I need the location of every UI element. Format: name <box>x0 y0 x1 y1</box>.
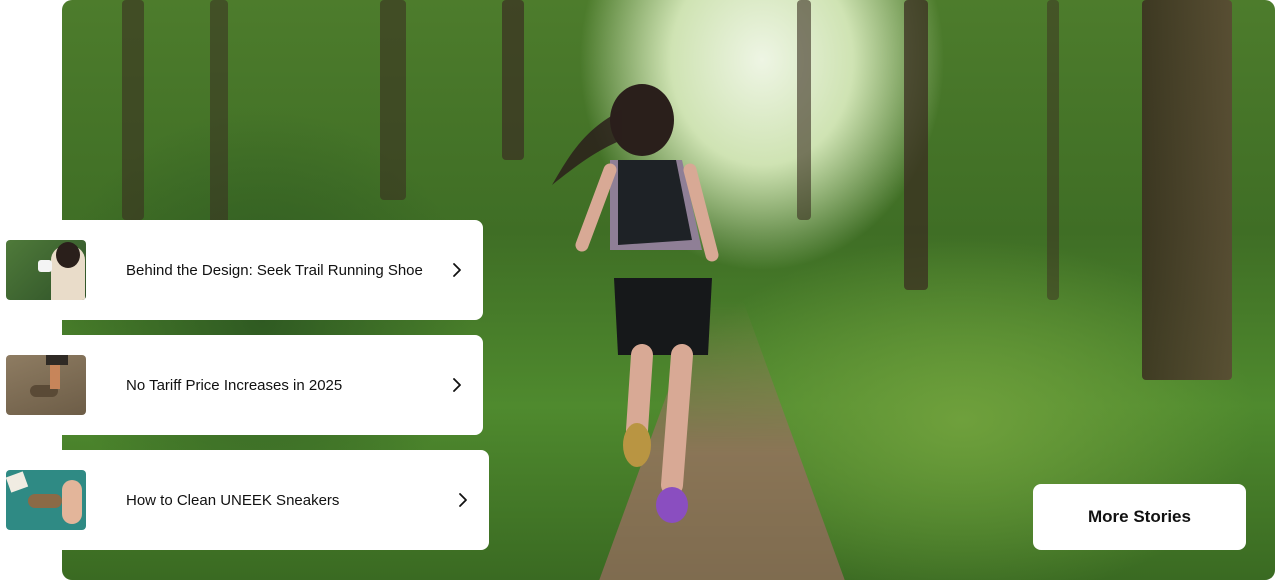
story-card[interactable]: Behind the Design: Seek Trail Running Sh… <box>0 220 483 320</box>
story-title: No Tariff Price Increases in 2025 <box>126 376 343 394</box>
more-stories-button[interactable]: More Stories <box>1033 484 1246 550</box>
chevron-right-icon <box>459 493 467 507</box>
chevron-right-icon <box>453 263 461 277</box>
story-card[interactable]: How to Clean UNEEK Sneakers <box>0 450 489 550</box>
story-title: How to Clean UNEEK Sneakers <box>126 491 340 509</box>
story-title: Behind the Design: Seek Trail Running Sh… <box>126 261 423 279</box>
story-thumbnail <box>6 470 86 530</box>
story-thumbnail <box>6 240 86 300</box>
story-thumbnail <box>6 355 86 415</box>
chevron-right-icon <box>453 378 461 392</box>
story-card[interactable]: No Tariff Price Increases in 2025 <box>0 335 483 435</box>
